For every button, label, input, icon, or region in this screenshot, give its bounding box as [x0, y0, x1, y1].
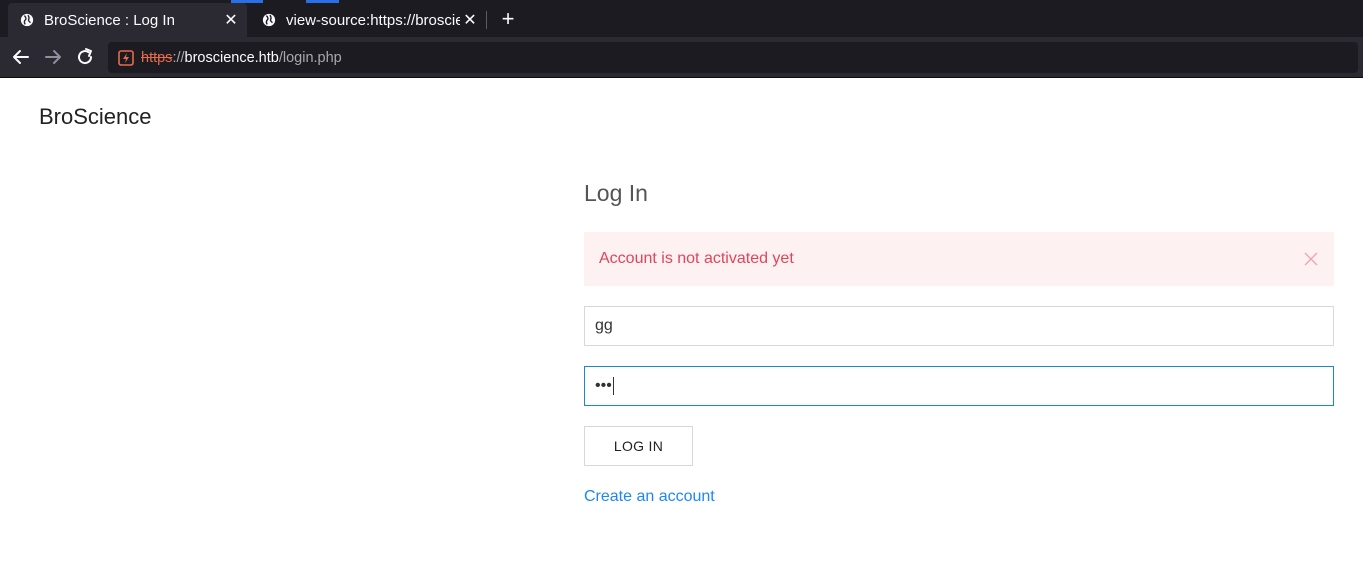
- tab-broscience-login[interactable]: BroScience : Log In ✕: [8, 3, 247, 37]
- url-protocol: https: [141, 49, 173, 66]
- insecure-connection-icon[interactable]: [118, 49, 134, 66]
- globe-icon: [20, 13, 34, 27]
- login-form: Log In Account is not activated yet gg •…: [584, 178, 1334, 505]
- navigation-toolbar: https://broscience.htb/login.php: [0, 37, 1363, 78]
- create-account-link[interactable]: Create an account: [584, 488, 715, 506]
- new-tab-button[interactable]: +: [496, 6, 520, 32]
- login-button[interactable]: LOG IN: [584, 426, 693, 466]
- close-tab-icon[interactable]: ✕: [221, 10, 241, 30]
- forward-arrow-icon[interactable]: [41, 45, 65, 69]
- text-caret: [612, 377, 614, 395]
- back-arrow-icon[interactable]: [9, 45, 33, 69]
- url-path: /login.php: [278, 49, 342, 66]
- username-value: gg: [595, 317, 613, 334]
- site-logo[interactable]: BroScience: [39, 104, 152, 130]
- url-host: broscience.htb: [184, 49, 279, 66]
- tab-title: view-source:https://broscience.htb: [286, 11, 460, 29]
- error-alert: Account is not activated yet: [584, 232, 1334, 286]
- reload-icon[interactable]: [73, 45, 97, 69]
- tab-strip: BroScience : Log In ✕ view-source:https:…: [0, 0, 1363, 37]
- tab-separator: [486, 11, 487, 29]
- url-text[interactable]: https://broscience.htb/login.php: [141, 50, 342, 66]
- tab-title: BroScience : Log In: [44, 11, 175, 29]
- url-separator: ://: [172, 49, 185, 66]
- password-input[interactable]: •••: [584, 366, 1334, 406]
- password-value: •••: [595, 377, 612, 394]
- alert-message: Account is not activated yet: [599, 250, 794, 267]
- username-input[interactable]: gg: [584, 306, 1334, 346]
- tab-view-source[interactable]: view-source:https://broscience.htb ✕: [250, 3, 486, 37]
- globe-icon: [262, 13, 276, 27]
- page-content: BroScience Log In Account is not activat…: [0, 78, 1363, 561]
- close-icon[interactable]: [1302, 250, 1320, 268]
- close-tab-icon[interactable]: ✕: [460, 10, 480, 30]
- page-title: Log In: [584, 180, 648, 206]
- address-bar[interactable]: https://broscience.htb/login.php: [108, 42, 1358, 73]
